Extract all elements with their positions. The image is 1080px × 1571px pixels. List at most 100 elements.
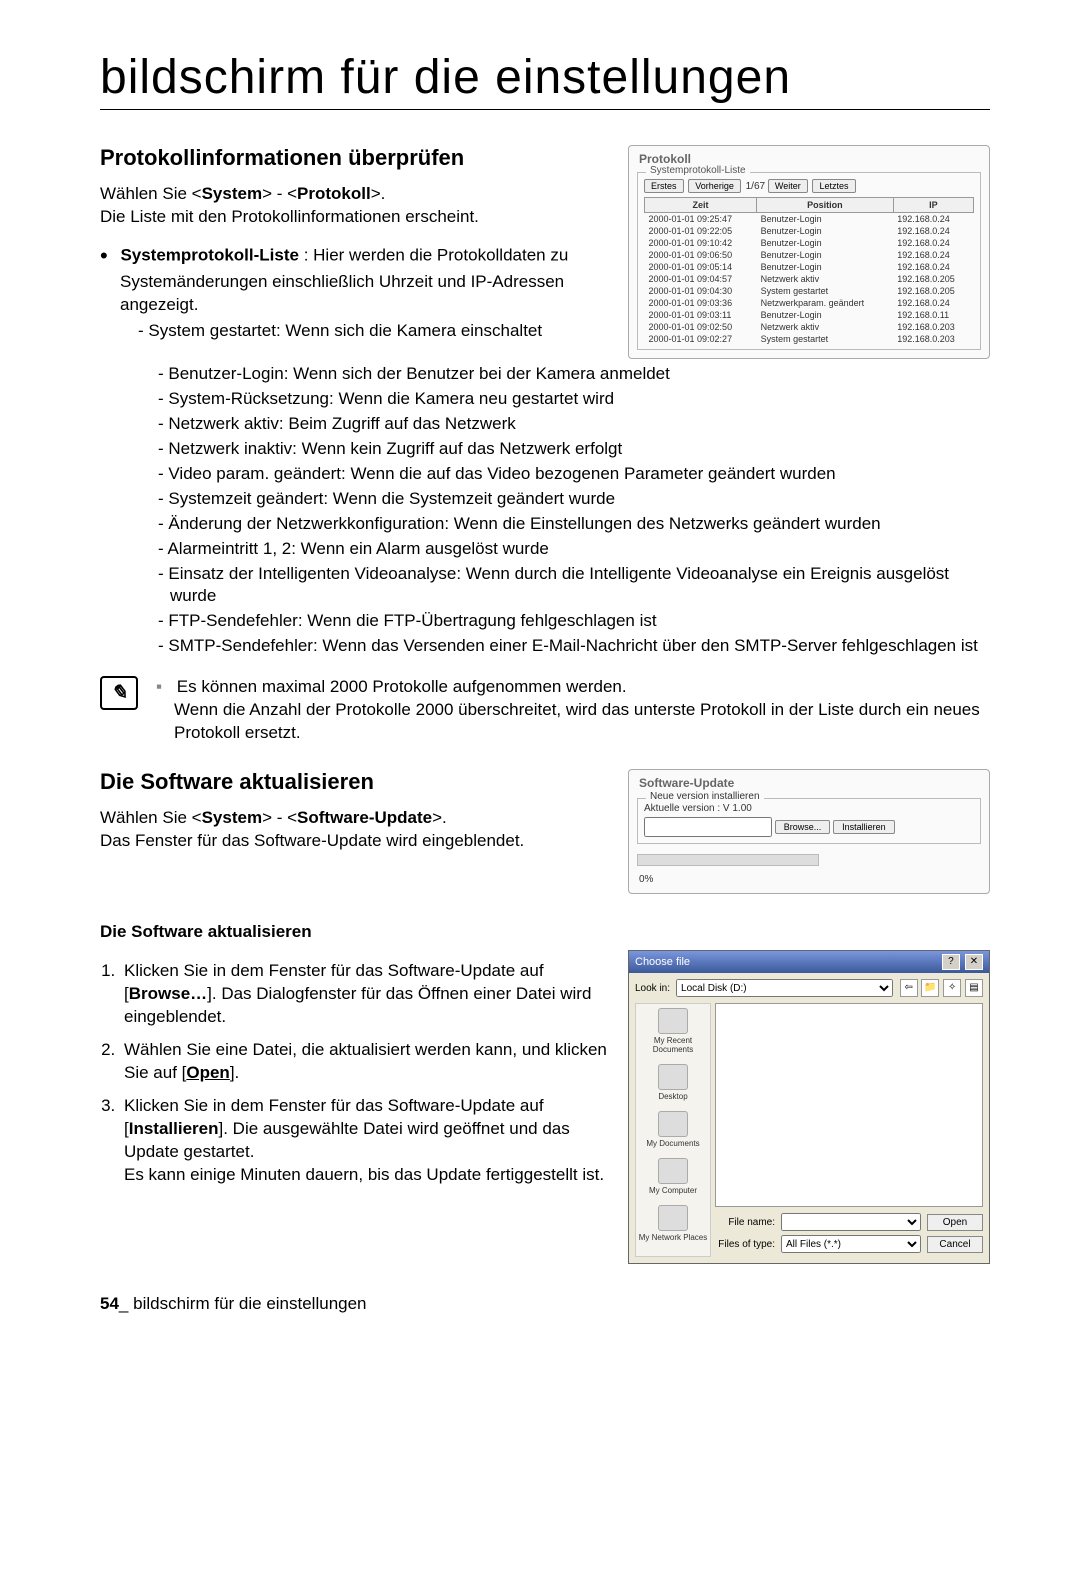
open-button[interactable]: Open (927, 1214, 983, 1231)
section2-intro: Wählen Sie <System> - <Software-Update>.… (100, 807, 610, 853)
section1-heading: Protokollinformationen überprüfen (100, 145, 610, 171)
note-text2: Wenn die Anzahl der Protokolle 2000 über… (174, 699, 990, 745)
table-row: 2000-01-01 09:05:14Benutzer-Login192.168… (645, 261, 974, 273)
btn-prev[interactable]: Vorherige (688, 179, 741, 193)
fieldset-legend: Neue version installieren (646, 791, 764, 802)
text-swupdate: Software-Update (297, 808, 432, 827)
text: Die Liste mit den Protokollinformationen… (100, 207, 479, 226)
text-system: System (202, 808, 262, 827)
dash-item: Änderung der Netzwerkkonfiguration: Wenn… (158, 513, 990, 536)
section3-heading: Die Software aktualisieren (100, 922, 990, 942)
install-button[interactable]: Installieren (833, 820, 895, 834)
btn-first[interactable]: Erstes (644, 179, 684, 193)
text: >. (371, 184, 386, 203)
protokoll-panel: Protokoll Systemprotokoll-Liste Erstes V… (628, 145, 990, 359)
text: > - < (262, 184, 297, 203)
place-item[interactable]: Desktop (638, 1064, 708, 1101)
dash-item: FTP-Sendefehler: Wenn die FTP-Übertragun… (158, 610, 990, 633)
text: _ (119, 1294, 133, 1313)
software-update-panel: Software-Update Neue version installiere… (628, 769, 990, 894)
log-table: Zeit Position IP 2000-01-01 09:25:47Benu… (644, 197, 974, 345)
back-icon[interactable]: ⇦ (900, 979, 918, 997)
place-item[interactable]: My Computer (638, 1158, 708, 1195)
btn-last[interactable]: Letztes (812, 179, 855, 193)
dash-item: System-Rücksetzung: Wenn die Kamera neu … (158, 388, 990, 411)
filename-label: File name: (715, 1217, 775, 1228)
dash-item: SMTP-Sendefehler: Wenn das Versenden ein… (158, 635, 990, 658)
text: Das Fenster für das Software-Update wird… (100, 831, 524, 850)
btn-next[interactable]: Weiter (768, 179, 808, 193)
text-browse: Browse… (129, 984, 207, 1003)
page-footer: 54_ bildschirm für die einstellungen (100, 1294, 990, 1314)
file-list-area[interactable] (715, 1003, 983, 1207)
current-version: Aktuelle version : V 1.00 (644, 803, 974, 814)
fieldset-legend: Systemprotokoll-Liste (646, 165, 750, 176)
filename-input[interactable] (781, 1213, 921, 1231)
log-nav: Erstes Vorherige 1/67 Weiter Letztes (644, 179, 974, 193)
text: Wählen Sie < (100, 808, 202, 827)
col-ip: IP (893, 198, 973, 213)
step-3: Klicken Sie in dem Fenster für das Softw… (120, 1095, 610, 1187)
table-row: 2000-01-01 09:10:42Benutzer-Login192.168… (645, 237, 974, 249)
places-bar: My Recent Documents Desktop My Documents My… (635, 1003, 711, 1257)
page-title: bildschirm für die einstellungen (100, 50, 990, 110)
place-item[interactable]: My Documents (638, 1111, 708, 1148)
dash-item: System gestartet: Wenn sich die Kamera e… (138, 320, 610, 343)
table-row: 2000-01-01 09:04:57Netzwerk aktiv192.168… (645, 273, 974, 285)
close-icon[interactable]: ✕ (965, 954, 983, 970)
note-text1: Es können maximal 2000 Protokolle aufgen… (177, 677, 627, 696)
text-open: Open (186, 1063, 229, 1082)
text: ]. (230, 1063, 239, 1082)
table-row: 2000-01-01 09:02:50Netzwerk aktiv192.168… (645, 321, 974, 333)
dash-item: Alarmeintritt 1, 2: Wenn ein Alarm ausge… (158, 538, 990, 561)
filetype-select[interactable]: All Files (*.*) (781, 1235, 921, 1253)
cancel-button[interactable]: Cancel (927, 1236, 983, 1253)
table-row: 2000-01-01 09:22:05Benutzer-Login192.168… (645, 225, 974, 237)
col-position: Position (757, 198, 894, 213)
table-row: 2000-01-01 09:25:47Benutzer-Login192.168… (645, 213, 974, 226)
panel-title: Software-Update (629, 770, 989, 792)
file-path-input[interactable] (644, 817, 772, 837)
up-icon[interactable]: 📁 (921, 979, 939, 997)
footer-text: bildschirm für die einstellungen (133, 1294, 366, 1313)
col-time: Zeit (645, 198, 757, 213)
lookin-label: Look in: (635, 983, 670, 994)
bullet-systemprotokoll: Systemprotokoll-Liste : Hier werden die … (120, 241, 610, 344)
dash-item: Video param. geändert: Wenn die auf das … (158, 463, 990, 486)
text-install: Installieren (129, 1119, 219, 1138)
step-2: Wählen Sie eine Datei, die aktualisiert … (120, 1039, 610, 1085)
help-icon[interactable]: ? (942, 954, 960, 970)
views-icon[interactable]: ▤ (965, 979, 983, 997)
place-item[interactable]: My Network Places (638, 1205, 708, 1242)
note-line: Es können maximal 2000 Protokolle aufgen… (156, 676, 990, 745)
table-row: 2000-01-01 09:06:50Benutzer-Login192.168… (645, 249, 974, 261)
text: > - < (262, 808, 297, 827)
progress-label: 0% (629, 874, 989, 893)
place-item[interactable]: My Recent Documents (638, 1008, 708, 1054)
dash-item: Netzwerk inaktiv: Wenn kein Zugriff auf … (158, 438, 990, 461)
text-protokoll: Protokoll (297, 184, 371, 203)
section2-heading: Die Software aktualisieren (100, 769, 610, 795)
table-row: 2000-01-01 09:03:11Benutzer-Login192.168… (645, 309, 974, 321)
text-system: System (202, 184, 262, 203)
browse-button[interactable]: Browse... (775, 820, 831, 834)
filetype-label: Files of type: (715, 1239, 775, 1250)
table-row: 2000-01-01 09:02:27System gestartet192.1… (645, 333, 974, 345)
page-indicator: 1/67 (746, 181, 765, 192)
note-icon: ✎ (100, 676, 138, 710)
text: Wählen Sie < (100, 184, 202, 203)
dash-item: Systemzeit geändert: Wenn die Systemzeit… (158, 488, 990, 511)
text: >. (432, 808, 447, 827)
section1-intro: Wählen Sie <System> - <Protokoll>. Die L… (100, 183, 610, 229)
dash-item: Einsatz der Intelligenten Videoanalyse: … (158, 563, 990, 609)
progress-bar (637, 854, 819, 866)
step-1: Klicken Sie in dem Fenster für das Softw… (120, 960, 610, 1029)
choose-file-dialog: Choose file ? ✕ Look in: Local Disk (D:)… (628, 950, 990, 1264)
dash-item: Netzwerk aktiv: Beim Zugriff auf das Net… (158, 413, 990, 436)
newfolder-icon[interactable]: ✧ (943, 979, 961, 997)
page-number: 54 (100, 1294, 119, 1313)
lookin-select[interactable]: Local Disk (D:) (676, 979, 893, 997)
dash-item: Benutzer-Login: Wenn sich der Benutzer b… (158, 363, 990, 386)
table-row: 2000-01-01 09:04:30System gestartet192.1… (645, 285, 974, 297)
bullet-label: Systemprotokoll-Liste (120, 245, 299, 264)
